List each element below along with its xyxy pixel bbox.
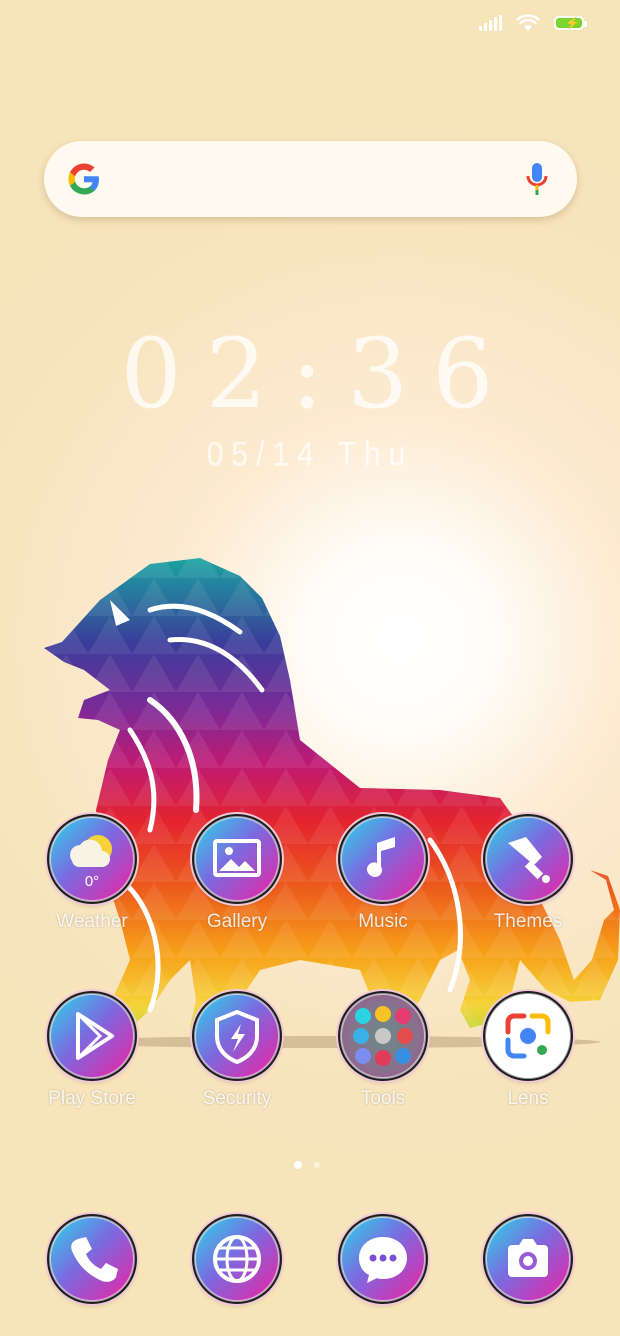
app-label-play-store: Play Store: [48, 1088, 136, 1109]
themes-brush-icon: [485, 816, 571, 902]
browser-globe-icon: [194, 1216, 280, 1302]
lens-icon: [485, 993, 571, 1079]
app-play-store[interactable]: Play Store: [32, 993, 152, 1110]
page-dot-active: [294, 1161, 302, 1169]
google-search-bar[interactable]: [44, 141, 577, 217]
dock-camera[interactable]: [468, 1216, 588, 1302]
phone-icon: [49, 1216, 135, 1302]
app-label-security: Security: [202, 1088, 272, 1109]
app-lens[interactable]: Lens: [468, 993, 588, 1110]
security-shield-icon: [194, 993, 280, 1079]
gallery-icon: [194, 816, 280, 902]
wifi-icon: [516, 14, 540, 31]
messages-icon: [340, 1216, 426, 1302]
app-music[interactable]: Music: [323, 816, 443, 933]
weather-temperature: 0°: [84, 873, 100, 890]
weather-icon: 0°: [49, 816, 135, 902]
dock-browser[interactable]: [177, 1216, 297, 1302]
battery-charging-icon: ⚡: [554, 16, 587, 30]
music-icon: [340, 816, 426, 902]
tools-folder-icon: [340, 993, 426, 1079]
page-dot: [314, 1162, 320, 1168]
app-label-tools: Tools: [360, 1088, 406, 1109]
app-tools[interactable]: Tools: [323, 993, 443, 1110]
app-label-themes: Themes: [493, 911, 563, 932]
signal-icon: [479, 15, 502, 31]
app-gallery[interactable]: Gallery: [177, 816, 297, 933]
dock-phone[interactable]: [32, 1216, 152, 1302]
google-g-icon: [68, 163, 99, 195]
clock-time[interactable]: 02:36: [0, 318, 620, 430]
app-label-music: Music: [358, 911, 408, 932]
status-bar: ⚡: [479, 14, 587, 32]
camera-icon: [485, 1216, 571, 1302]
clock-date[interactable]: 05/14 Thu: [0, 435, 620, 474]
app-themes[interactable]: Themes: [468, 816, 588, 933]
play-store-icon: [49, 993, 135, 1079]
app-label-lens: Lens: [507, 1088, 549, 1109]
app-weather[interactable]: 0° Weather: [32, 816, 152, 933]
app-security[interactable]: Security: [177, 993, 297, 1110]
home-screen: ⚡ 02:36 05/14 Thu 0° Weather Gallery Mus…: [0, 0, 620, 1336]
dock-messages[interactable]: [323, 1216, 443, 1302]
app-label-gallery: Gallery: [206, 911, 268, 932]
lion-wallpaper: [44, 558, 620, 1048]
page-indicator: [294, 1161, 320, 1169]
microphone-icon[interactable]: [525, 161, 549, 197]
app-label-weather: Weather: [56, 911, 128, 932]
